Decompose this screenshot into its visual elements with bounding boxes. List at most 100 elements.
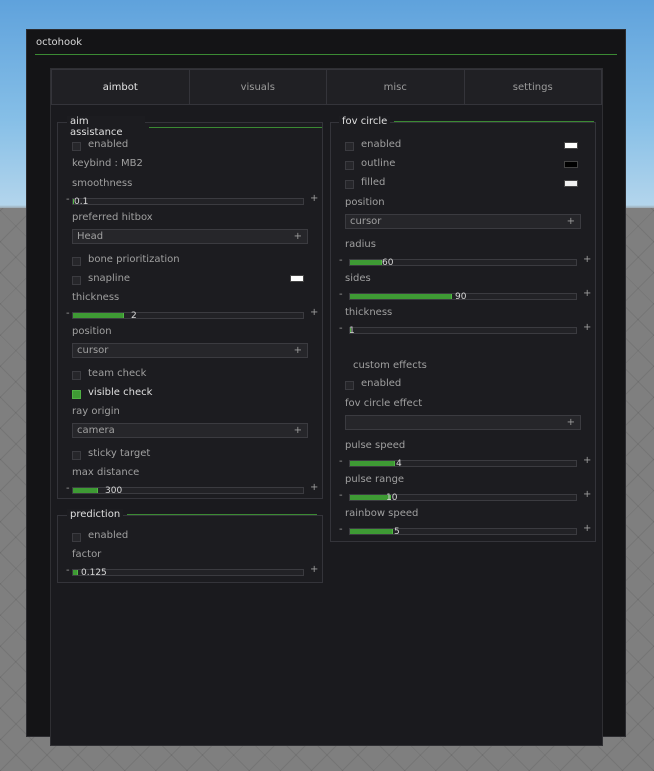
visible-check-checkbox[interactable] [72,390,81,399]
slider-fill [73,488,99,493]
position-dropdown[interactable]: cursor + [72,343,308,358]
custom-effects-label: custom effects [353,360,427,371]
position-value: cursor [77,345,109,356]
custom-effects-enabled-label: enabled [361,378,402,389]
enabled-label: enabled [88,139,129,150]
max-distance-decrement[interactable]: - [66,483,70,494]
fov-position-label: position [345,197,385,208]
slider-fill [350,529,393,534]
dropdown-plus-icon: + [566,216,575,227]
fov-thickness-increment[interactable]: + [583,322,591,333]
pulse-range-slider[interactable]: 10 [349,493,577,503]
custom-effects-enabled-checkbox[interactable] [345,381,354,390]
slider-fill [73,570,78,575]
preferred-hitbox-label: preferred hitbox [72,212,153,223]
rainbow-speed-label: rainbow speed [345,508,419,519]
max-distance-increment[interactable]: + [310,482,318,493]
pulse-range-decrement[interactable]: - [339,490,343,501]
radius-decrement[interactable]: - [339,255,343,266]
fov-circle-effect-dropdown[interactable]: + [345,415,581,430]
fov-enabled-checkbox[interactable] [345,142,354,151]
octohook-window: octohook aimbot visuals misc settings ai… [26,29,626,746]
rainbow-speed-decrement[interactable]: - [339,524,343,535]
smoothness-decrement[interactable]: - [66,194,70,205]
thickness-slider[interactable]: 2 [72,311,304,321]
tab-visuals[interactable]: visuals [190,70,327,104]
snapline-color-swatch[interactable] [290,275,304,282]
keybind-label[interactable]: keybind : MB2 [72,158,143,169]
fov-circle-section: fov circle enabled outline filled positi… [330,116,596,542]
fov-thickness-slider[interactable]: 1 [349,326,577,336]
tab-bar: aimbot visuals misc settings [51,69,602,105]
rainbow-speed-value: 5 [394,527,400,537]
pulse-speed-slider[interactable]: 4 [349,459,577,469]
title-divider [35,54,617,55]
position-label: position [72,326,112,337]
window-title: octohook [36,37,83,48]
filled-color-swatch[interactable] [564,180,578,187]
prediction-section: prediction enabled factor - 0.125 + [57,509,323,583]
thickness-decrement[interactable]: - [66,308,70,319]
sides-slider[interactable]: 90 [349,292,577,302]
pulse-range-value: 10 [386,493,398,503]
fov-color-swatch[interactable] [564,142,578,149]
smoothness-increment[interactable]: + [310,193,318,204]
tab-misc[interactable]: misc [327,70,465,104]
fov-thickness-decrement[interactable]: - [339,323,343,334]
rainbow-speed-increment[interactable]: + [583,523,591,534]
ray-origin-dropdown[interactable]: camera + [72,423,308,438]
filled-checkbox[interactable] [345,180,354,189]
smoothness-slider[interactable]: 0.1 [72,197,304,207]
hitbox-dropdown[interactable]: Head + [72,229,308,244]
sticky-target-checkbox[interactable] [72,451,81,460]
radius-increment[interactable]: + [583,254,591,265]
pulse-speed-value: 4 [396,459,402,469]
fov-thickness-label: thickness [345,307,393,318]
pulse-range-increment[interactable]: + [583,489,591,500]
enabled-checkbox[interactable] [72,142,81,151]
slider-fill [73,313,124,318]
prediction-enabled-checkbox[interactable] [72,533,81,542]
dropdown-plus-icon: + [293,345,302,356]
slider-fill [350,495,391,500]
dropdown-plus-icon: + [566,417,575,428]
bone-prioritization-checkbox[interactable] [72,257,81,266]
fov-thickness-value: 1 [349,326,355,336]
outline-checkbox[interactable] [345,161,354,170]
thickness-increment[interactable]: + [310,307,318,318]
max-distance-label: max distance [72,467,140,478]
fov-circle-effect-label: fov circle effect [345,398,423,409]
snapline-checkbox[interactable] [72,276,81,285]
visible-check-label: visible check [88,387,153,398]
section-title: prediction [67,509,124,520]
factor-slider[interactable]: 0.125 [72,568,304,578]
dropdown-plus-icon: + [293,231,302,242]
snapline-label: snapline [88,273,131,284]
rainbow-speed-slider[interactable]: 5 [349,527,577,537]
sides-value: 90 [455,292,467,302]
pulse-range-label: pulse range [345,474,405,485]
ray-origin-label: ray origin [72,406,120,417]
pulse-speed-increment[interactable]: + [583,455,591,466]
section-title: fov circle [339,116,391,127]
fov-enabled-label: enabled [361,139,402,150]
pulse-speed-decrement[interactable]: - [339,456,343,467]
factor-decrement[interactable]: - [66,565,70,576]
bone-prioritization-label: bone prioritization [88,254,180,265]
radius-slider[interactable]: 60 [349,258,577,268]
outline-color-swatch[interactable] [564,161,578,168]
factor-value: 0.125 [81,568,107,578]
tab-aimbot[interactable]: aimbot [52,70,190,104]
prediction-enabled-label: enabled [88,530,129,541]
sides-label: sides [345,273,371,284]
max-distance-slider[interactable]: 300 [72,486,304,496]
filled-label: filled [361,177,386,188]
team-check-label: team check [88,368,147,379]
tab-settings[interactable]: settings [465,70,602,104]
factor-increment[interactable]: + [310,564,318,575]
sides-increment[interactable]: + [583,288,591,299]
fov-position-dropdown[interactable]: cursor + [345,214,581,229]
sides-decrement[interactable]: - [339,289,343,300]
team-check-checkbox[interactable] [72,371,81,380]
factor-label: factor [72,549,102,560]
